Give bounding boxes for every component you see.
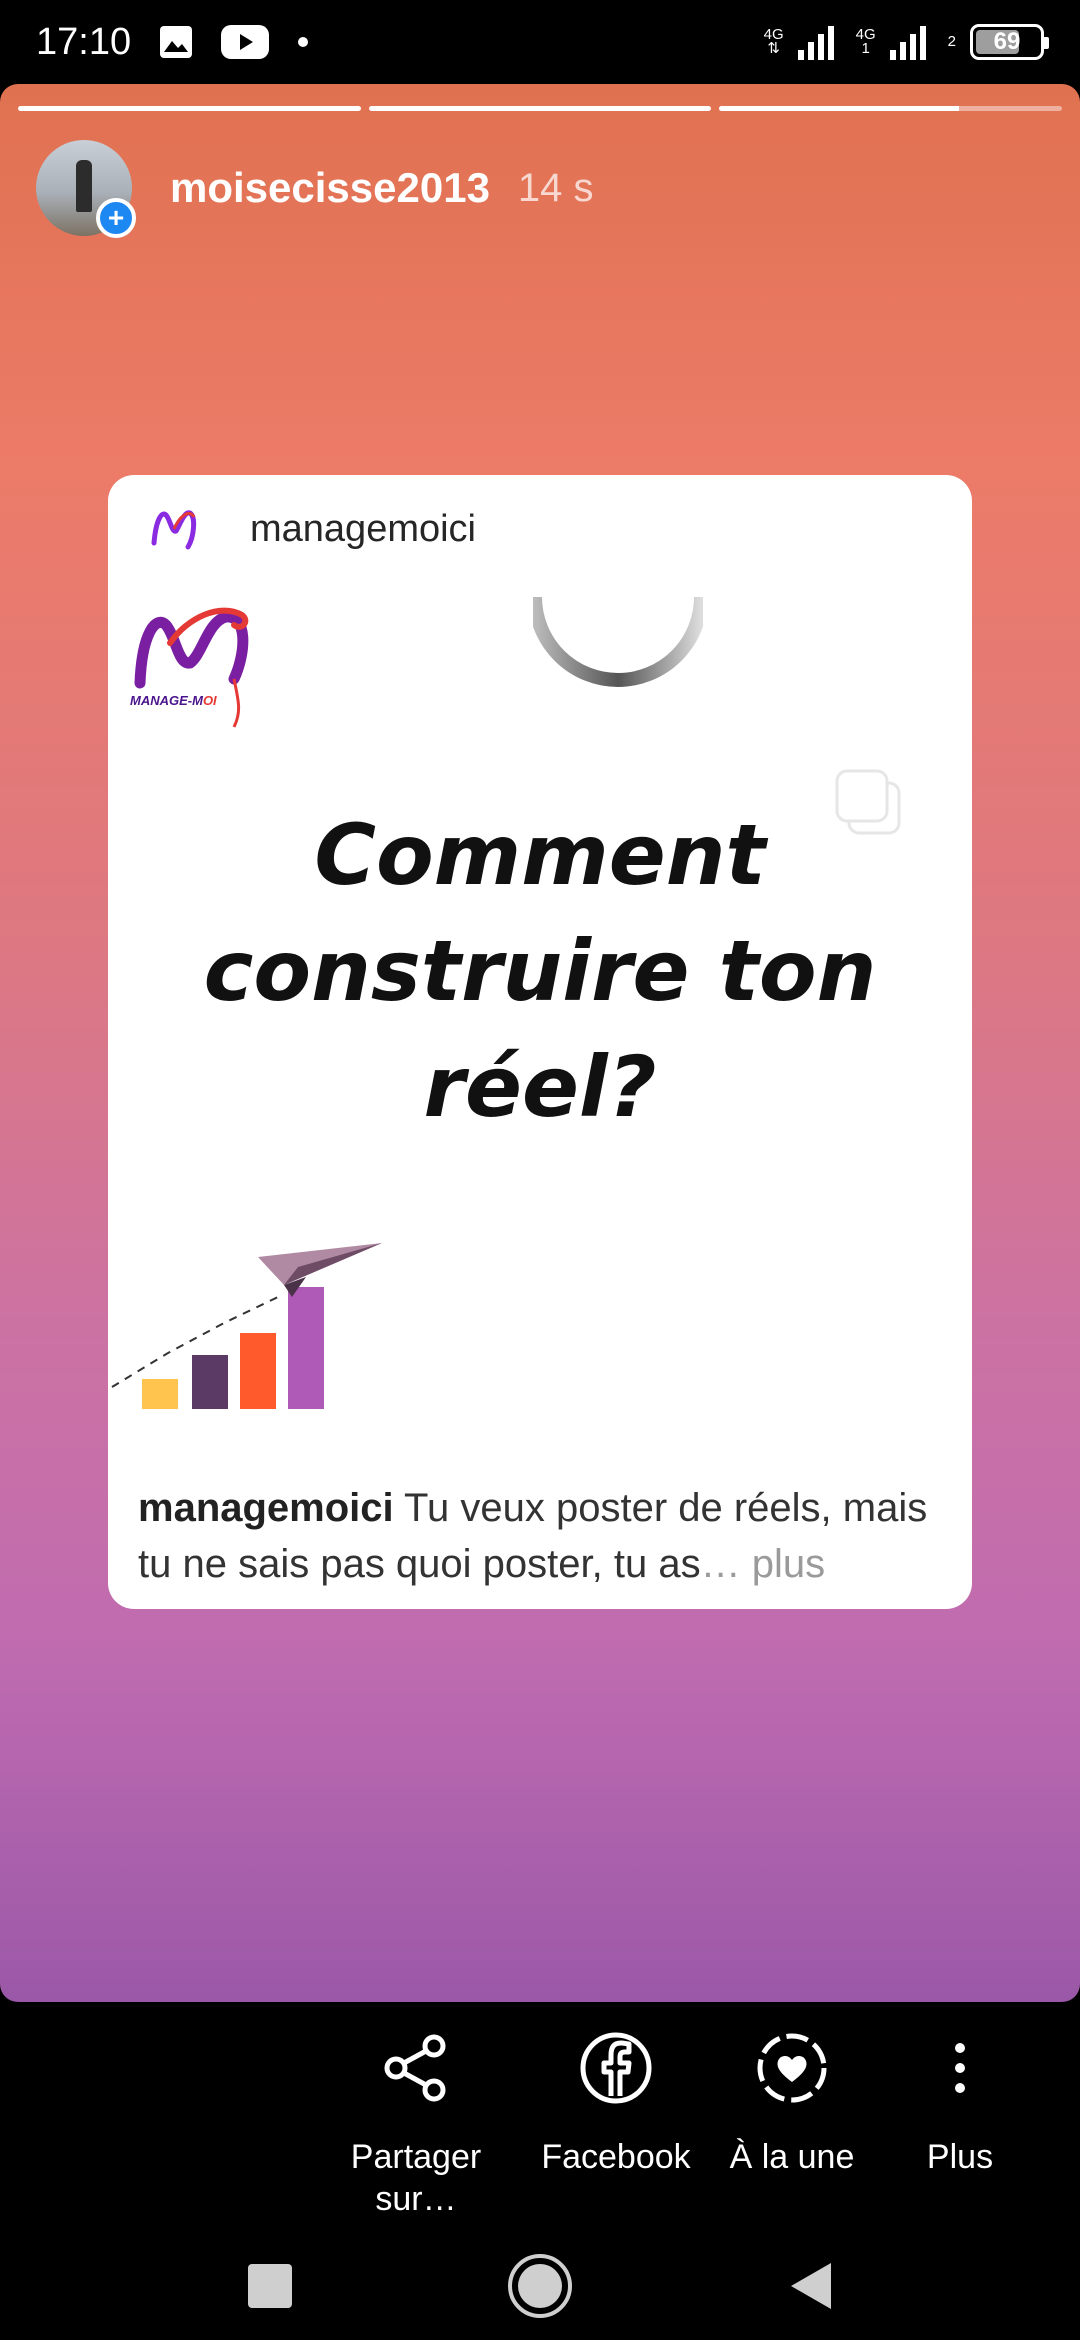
story-progress-segment: [719, 106, 1063, 111]
svg-text:MANAGE-MOI: MANAGE-MOI: [130, 693, 217, 708]
highlight-label: À la une: [729, 2138, 855, 2176]
account-logo-icon: [151, 510, 197, 550]
story-progress-fill: [18, 106, 361, 111]
recents-button[interactable]: [200, 2232, 340, 2340]
network-label-1: 4G: [763, 26, 784, 43]
headline-line: Comment: [314, 806, 766, 904]
add-story-plus-icon[interactable]: +: [96, 198, 136, 238]
headline-line: réel?: [423, 1038, 657, 1136]
avatar[interactable]: +: [36, 140, 136, 238]
post-header[interactable]: managemoici: [148, 503, 476, 555]
more-options-button[interactable]: Plus: [860, 2002, 1060, 2178]
status-bar: 17:10 4G ⇅ 4G 1 2 69: [0, 0, 1080, 84]
story-progress-fill: [719, 106, 960, 111]
caption-ellipsis: …: [700, 1542, 741, 1586]
story-username[interactable]: moisecisse2013: [170, 164, 490, 212]
square-icon: [248, 2264, 292, 2308]
facebook-icon: [580, 2032, 652, 2104]
story-progress-segment: [18, 106, 361, 111]
share-to-label: Partager sur…: [350, 2138, 482, 2218]
more-options-label: Plus: [926, 2138, 994, 2176]
post-caption[interactable]: managemoici Tu veux poster de réels, mai…: [138, 1480, 948, 1592]
battery-level: 69: [993, 28, 1021, 55]
triangle-back-icon: [791, 2263, 831, 2309]
network-type-2: 4G 1: [856, 27, 876, 57]
caption-more-link[interactable]: plus: [741, 1542, 825, 1586]
story-header: + moisecisse2013 14 s: [36, 140, 1044, 238]
share-icon: [384, 2034, 446, 2102]
story-viewer[interactable]: + moisecisse2013 14 s managemoici MANAGE…: [0, 84, 1080, 2002]
story-actions: Partager sur… Facebook À la une Plus: [0, 2002, 1080, 2232]
battery-icon: 69: [970, 24, 1049, 60]
circle-icon: [508, 2254, 572, 2318]
youtube-notification-icon: [221, 25, 270, 59]
post-headline: Comment construire ton réel?: [108, 797, 972, 1145]
network-type-1: 4G ⇅: [763, 26, 784, 57]
story-timestamp: 14 s: [517, 165, 594, 210]
shared-post-card[interactable]: managemoici MANAGE-MOI Comment construir…: [108, 475, 972, 1609]
story-progress-segment: [368, 106, 712, 111]
growth-chart-illustration: [111, 1243, 382, 1409]
facebook-button[interactable]: Facebook: [516, 2002, 716, 2178]
facebook-label: Facebook: [541, 2138, 691, 2176]
status-time: 17:10: [36, 20, 132, 63]
story-progress-fill: [368, 106, 712, 111]
system-navigation-bar: [0, 2232, 1080, 2340]
sim-1-label: 1: [861, 40, 870, 57]
signal-strength-icon-1: [797, 24, 842, 60]
story-progress: [18, 106, 1063, 111]
avatar-photo: [76, 160, 92, 212]
post-account-name[interactable]: managemoici: [250, 508, 476, 551]
headline-line: construire ton: [203, 922, 877, 1020]
gallery-notification-icon: [159, 25, 193, 59]
home-button[interactable]: [470, 2232, 610, 2340]
back-button[interactable]: [740, 2232, 880, 2340]
loading-spinner-icon: [533, 597, 703, 687]
signal-strength-icon-2: [889, 24, 934, 60]
notification-dot-icon: [297, 36, 309, 48]
more-vertical-icon: [955, 2043, 965, 2093]
post-image: MANAGE-MOI Comment construire ton réel?: [108, 597, 972, 1457]
sim-2-indicator: 2: [947, 33, 956, 50]
highlight-heart-icon: [757, 2033, 827, 2103]
manage-moi-logo: MANAGE-MOI: [130, 607, 249, 728]
share-to-button[interactable]: Partager sur…: [316, 2002, 516, 2220]
caption-username[interactable]: managemoici: [138, 1486, 394, 1530]
